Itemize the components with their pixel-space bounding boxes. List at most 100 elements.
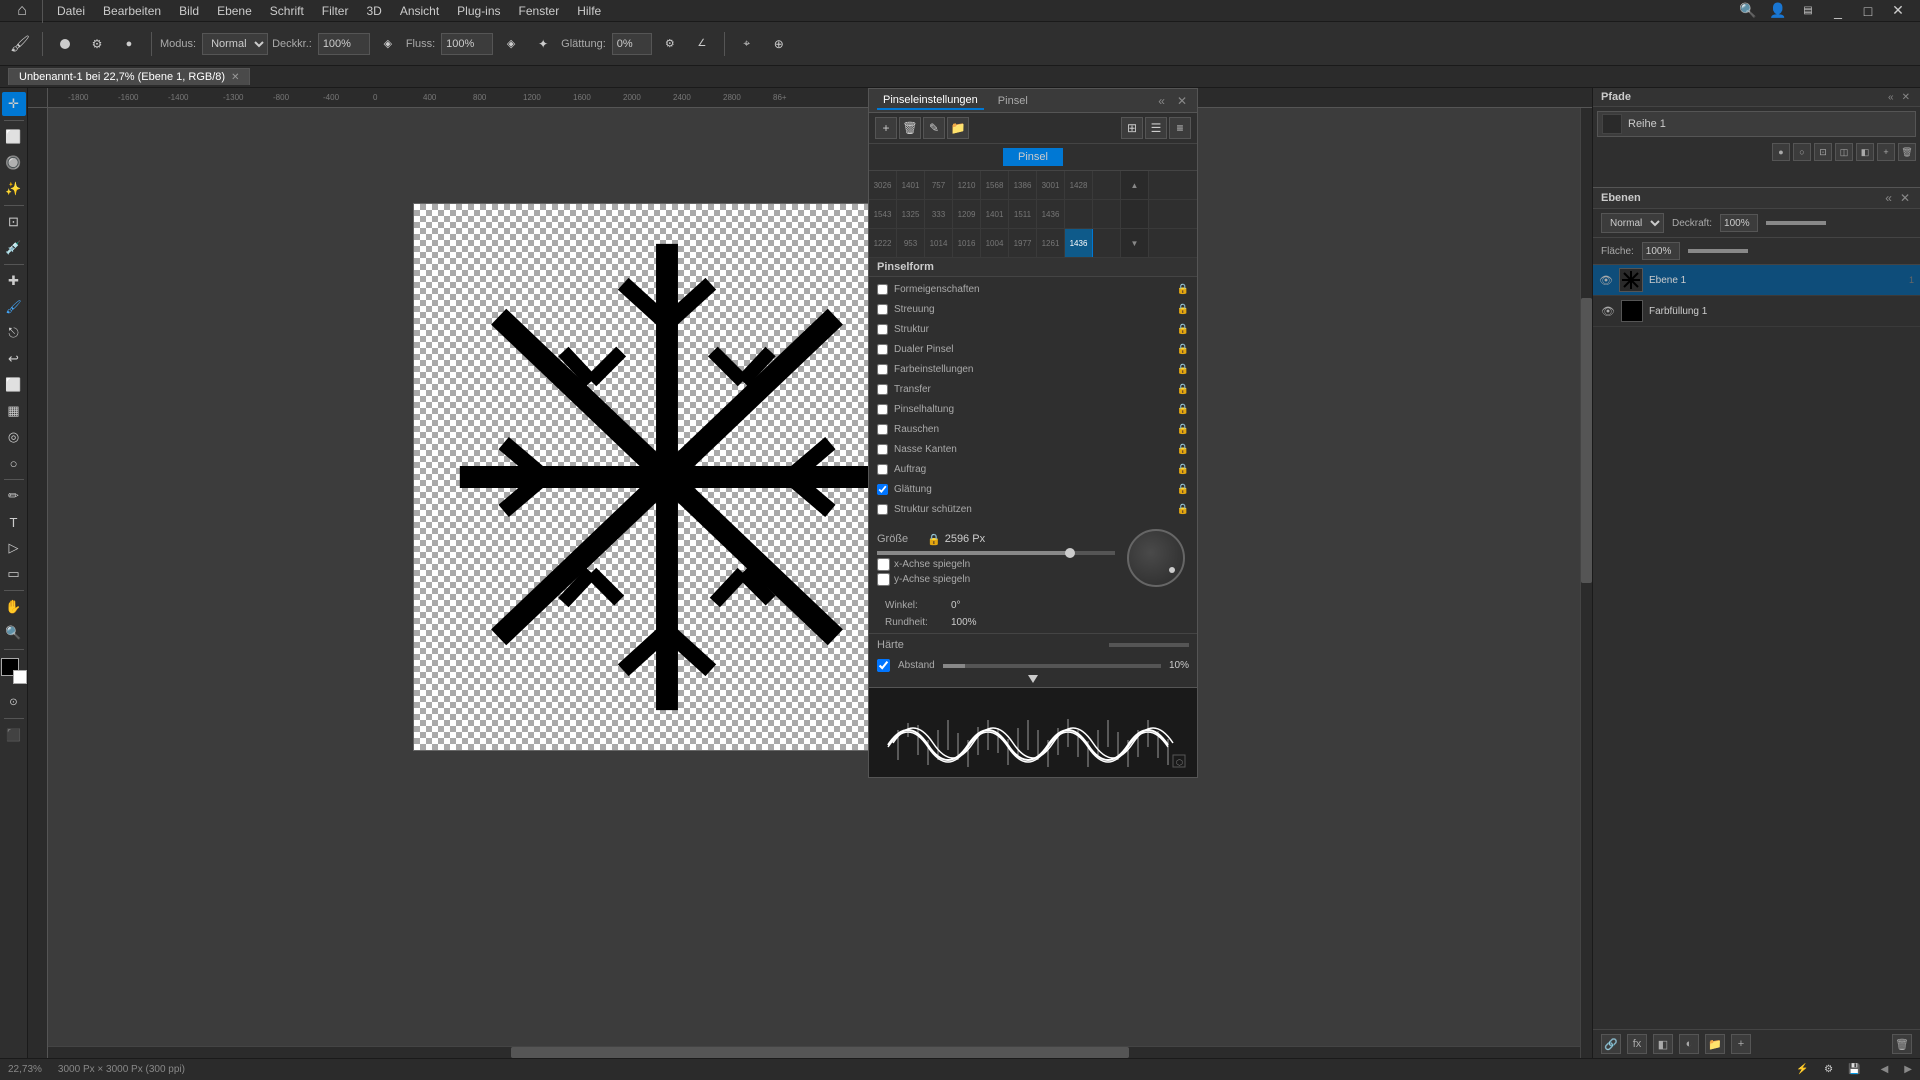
menu-plugins[interactable]: Plug-ins: [449, 2, 508, 20]
status-gpu-btn[interactable]: ⚡: [1793, 1062, 1813, 1078]
pfade-selection-btn[interactable]: ⊡: [1814, 143, 1832, 161]
options-btn[interactable]: ≡: [1169, 117, 1191, 139]
brush-cell[interactable]: [1093, 171, 1121, 199]
tool-magic-wand[interactable]: ✨: [2, 177, 26, 201]
add-style-btn[interactable]: fx: [1627, 1034, 1647, 1054]
tool-crop[interactable]: ⊡: [2, 210, 26, 234]
menu-schrift[interactable]: Schrift: [262, 2, 312, 20]
brush-cell[interactable]: 1261: [1037, 229, 1065, 257]
brush-cell[interactable]: 1209: [953, 200, 981, 228]
brush-cell[interactable]: 333: [925, 200, 953, 228]
rauschen-checkbox[interactable]: [877, 424, 888, 435]
menu-ansicht[interactable]: Ansicht: [392, 2, 447, 20]
abstand-checkbox[interactable]: [877, 659, 890, 672]
brush-cell-scroll[interactable]: [1121, 200, 1149, 228]
haerte-slider[interactable]: [1109, 643, 1189, 647]
status-settings-btn[interactable]: ⚙: [1819, 1062, 1839, 1078]
grid-view-btn[interactable]: ⊞: [1121, 117, 1143, 139]
brush-cell[interactable]: [1093, 229, 1121, 257]
brush-size-btn[interactable]: [51, 30, 79, 58]
pfade-close-btn[interactable]: ✕: [1900, 92, 1912, 103]
pinselhaltung-checkbox[interactable]: [877, 404, 888, 415]
canvas-viewport[interactable]: [48, 108, 1592, 1058]
tool-dodge[interactable]: ○: [2, 451, 26, 475]
workspace-btn[interactable]: ▤: [1794, 0, 1822, 25]
struktur-schuetzen-lock[interactable]: 🔒: [1177, 504, 1189, 515]
brush-cell[interactable]: 953: [897, 229, 925, 257]
glaettung-lock[interactable]: 🔒: [1177, 484, 1189, 495]
brush-cell[interactable]: 1386: [1009, 171, 1037, 199]
dualer-pinsel-lock[interactable]: 🔒: [1177, 344, 1189, 355]
tool-selection-rect[interactable]: ⬜: [2, 125, 26, 149]
brush-cell[interactable]: 1511: [1009, 200, 1037, 228]
angle-btn[interactable]: ∠: [688, 30, 716, 58]
layer-visibility-icon[interactable]: 👁: [1599, 274, 1613, 287]
brush-cell[interactable]: 1325: [897, 200, 925, 228]
tool-stamp[interactable]: ⎋: [2, 321, 26, 345]
brush-cell[interactable]: [1065, 200, 1093, 228]
brush-cell[interactable]: 1401: [897, 171, 925, 199]
list-view-btn[interactable]: ☰: [1145, 117, 1167, 139]
pressure-opacity-btn[interactable]: ◈: [374, 30, 402, 58]
mode-select[interactable]: Normal: [202, 33, 268, 55]
delete-brush-btn[interactable]: 🗑: [899, 117, 921, 139]
background-color[interactable]: [13, 670, 27, 684]
canvas-area[interactable]: -1800 -1600 -1400 -1300 -800 -400 0 400 …: [28, 88, 1592, 1058]
prev-page-btn[interactable]: ◀: [1881, 1064, 1889, 1075]
brush-cell[interactable]: 3026: [869, 171, 897, 199]
farbeinstellungen-lock[interactable]: 🔒: [1177, 364, 1189, 375]
new-brush-btn[interactable]: +: [875, 117, 897, 139]
fluss-input[interactable]: [441, 33, 493, 55]
tool-path-select[interactable]: ▷: [2, 536, 26, 560]
tab-pinseleinstellungen[interactable]: Pinseleinstellungen: [877, 92, 984, 110]
formeigenschaften-checkbox[interactable]: [877, 284, 888, 295]
pfade-collapse-btn[interactable]: «: [1886, 92, 1896, 103]
tool-eyedropper[interactable]: 💉: [2, 236, 26, 260]
tool-healing[interactable]: ✚: [2, 269, 26, 293]
nasse-kanten-lock[interactable]: 🔒: [1177, 444, 1189, 455]
layers-close-btn[interactable]: ✕: [1898, 191, 1912, 205]
account-btn[interactable]: 👤: [1764, 0, 1792, 25]
brush-cell[interactable]: 3001: [1037, 171, 1065, 199]
pfade-delete-btn[interactable]: 🗑: [1898, 143, 1916, 161]
formeigenschaften-lock[interactable]: 🔒: [1177, 284, 1189, 295]
brush-settings-btn[interactable]: ⚙: [83, 30, 111, 58]
status-save-btn[interactable]: 💾: [1845, 1062, 1865, 1078]
x-achse-checkbox[interactable]: [877, 558, 890, 571]
farbfuellung-visibility[interactable]: 👁: [1601, 305, 1615, 318]
menu-bearbeiten[interactable]: Bearbeiten: [95, 2, 169, 20]
home-btn[interactable]: ⌂: [8, 0, 36, 25]
abstand-slider[interactable]: [943, 664, 1161, 668]
groesse-lock[interactable]: 🔒: [927, 533, 941, 546]
brush-cell[interactable]: 1977: [1009, 229, 1037, 257]
pfade-new-btn[interactable]: +: [1877, 143, 1895, 161]
y-achse-checkbox[interactable]: [877, 573, 890, 586]
flaeche-slider[interactable]: [1688, 249, 1748, 253]
struktur-lock[interactable]: 🔒: [1177, 324, 1189, 335]
menu-filter[interactable]: Filter: [314, 2, 357, 20]
tool-lasso[interactable]: 🔘: [2, 151, 26, 175]
glaettung-input[interactable]: [612, 33, 652, 55]
pinselhaltung-lock[interactable]: 🔒: [1177, 404, 1189, 415]
tool-zoom[interactable]: 🔍: [2, 621, 26, 645]
symmetry-btn[interactable]: ⌖: [733, 30, 761, 58]
deckkraft-input[interactable]: [318, 33, 370, 55]
brush-cell[interactable]: 1004: [981, 229, 1009, 257]
dualer-pinsel-checkbox[interactable]: [877, 344, 888, 355]
brush-cell[interactable]: 1016: [953, 229, 981, 257]
farbeinstellungen-checkbox[interactable]: [877, 364, 888, 375]
panel-collapse-btn[interactable]: «: [1156, 94, 1167, 108]
tool-gradient[interactable]: ▦: [2, 399, 26, 423]
layer-item-ebene1[interactable]: 👁 Ebene 1 1: [1593, 265, 1920, 296]
brush-cell-scroll[interactable]: ▲: [1121, 171, 1149, 199]
tool-shape[interactable]: ▭: [2, 562, 26, 586]
tool-eraser[interactable]: ⬜: [2, 373, 26, 397]
brush-cell[interactable]: 1428: [1065, 171, 1093, 199]
brush-angle-dial[interactable]: [1127, 529, 1185, 587]
glaettung-checkbox[interactable]: [877, 484, 888, 495]
brush-cell-selected[interactable]: 1436: [1065, 229, 1093, 257]
brush-cell-scroll[interactable]: ▼: [1121, 229, 1149, 257]
brush-cell[interactable]: [1093, 200, 1121, 228]
add-mask-btn[interactable]: ◧: [1653, 1034, 1673, 1054]
tool-blur[interactable]: ◎: [2, 425, 26, 449]
